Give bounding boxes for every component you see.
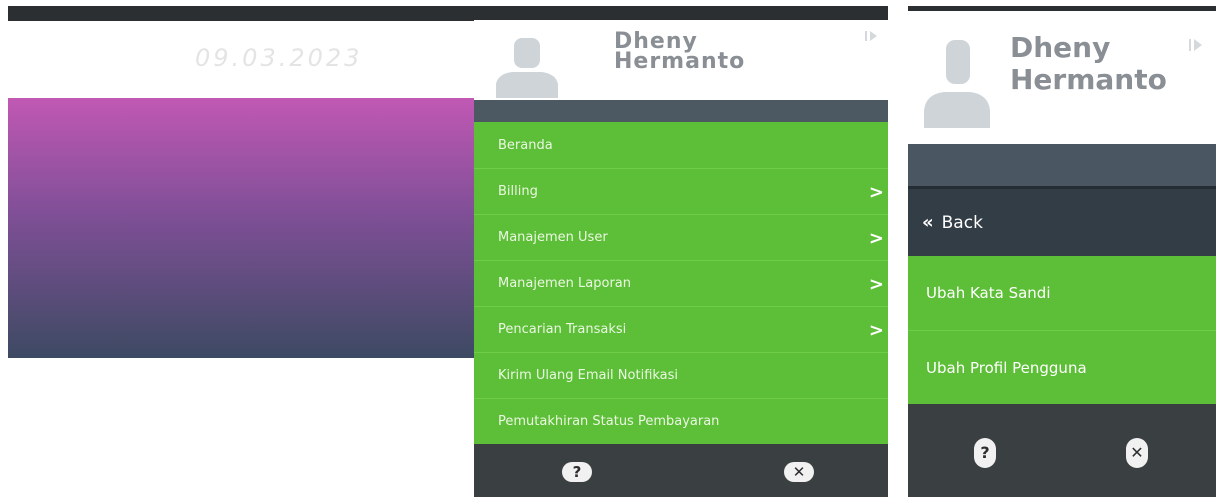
menu-item-label: Billing [498, 184, 538, 199]
date-display: 09.03.2023 [195, 44, 363, 72]
menu-item-label: Manajemen Laporan [498, 276, 631, 291]
menu-item-label: Kirim Ulang Email Notifikasi [498, 368, 679, 383]
submenu-top-bar [908, 6, 1216, 11]
menu-item-kirim-ulang-email[interactable]: Kirim Ulang Email Notifikasi [474, 352, 888, 398]
menu-item-label: Pemutakhiran Status Pembayaran [498, 414, 720, 429]
collapse-menu-icon[interactable] [1188, 38, 1204, 52]
submenu-panel: Dheny Hermanto « Back Ubah Kata Sandi Ub… [908, 6, 1216, 497]
user-avatar-icon [924, 40, 990, 128]
menu-item-manajemen-laporan[interactable]: Manajemen Laporan > [474, 260, 888, 306]
collapse-menu-icon[interactable] [864, 30, 880, 42]
submenu-item-ubah-kata-sandi[interactable]: Ubah Kata Sandi [908, 256, 1216, 330]
submenu-item-ubah-profil-pengguna[interactable]: Ubah Profil Pengguna [908, 330, 1216, 404]
user-name: Dheny Hermanto [1010, 32, 1167, 96]
back-label: Back [941, 212, 983, 233]
user-name: Dheny Hermanto [614, 31, 746, 74]
menu-item-pencarian-transaksi[interactable]: Pencarian Transaksi > [474, 306, 888, 352]
chevron-right-icon: > [868, 274, 884, 295]
submenu-list: Ubah Kata Sandi Ubah Profil Pengguna [908, 256, 1216, 404]
user-avatar-icon [494, 32, 560, 98]
banner-panel [8, 98, 474, 358]
menu-item-manajemen-user[interactable]: Manajemen User > [474, 214, 888, 260]
menu-footer: ? ✕ [474, 444, 888, 497]
submenu-item-label: Ubah Profil Pengguna [926, 358, 1087, 377]
user-name-first: Dheny [1010, 31, 1111, 64]
chevron-right-icon: > [868, 228, 884, 249]
menu-item-label: Pencarian Transaksi [498, 322, 627, 337]
menu-item-label: Beranda [498, 137, 553, 153]
chevron-right-icon: > [868, 182, 884, 203]
menu-item-label: Manajemen User [498, 230, 608, 245]
help-icon[interactable]: ? [562, 462, 592, 482]
close-icon[interactable]: ✕ [784, 462, 814, 482]
back-button[interactable]: « Back [908, 186, 1216, 256]
user-profile-header: Dheny Hermanto [474, 20, 888, 100]
submenu-item-label: Ubah Kata Sandi [926, 284, 1051, 302]
double-chevron-left-icon: « [922, 212, 934, 233]
user-name-last: Hermanto [1010, 63, 1167, 96]
menu-item-pemutakhiran-status[interactable]: Pemutakhiran Status Pembayaran [474, 398, 888, 444]
user-name-last: Hermanto [614, 49, 746, 74]
menu-list: Beranda Billing > Manajemen User > Manaj… [474, 122, 888, 444]
chevron-right-icon: > [868, 320, 884, 341]
menu-item-billing[interactable]: Billing > [474, 168, 888, 214]
close-icon[interactable]: ✕ [1126, 438, 1148, 468]
menu-divider-bar [474, 100, 888, 122]
menu-item-beranda[interactable]: Beranda [474, 122, 888, 168]
help-icon[interactable]: ? [974, 438, 996, 468]
submenu-footer: ? ✕ [908, 404, 1216, 497]
main-navigation-menu: Dheny Hermanto Beranda Billing > Manajem… [474, 20, 888, 497]
submenu-header-bar [908, 144, 1216, 186]
top-header-bar [8, 6, 888, 21]
